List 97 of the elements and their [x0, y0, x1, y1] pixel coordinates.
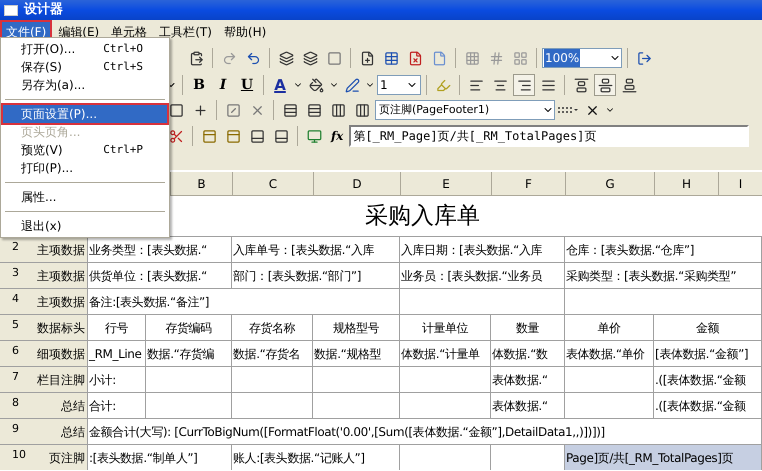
row-number: 7 — [12, 369, 19, 385]
row-header[interactable]: 7 栏目注脚 — [0, 367, 88, 392]
band-combo[interactable]: 页注脚(PageFooter1) — [375, 100, 555, 120]
row-number: 4 — [12, 291, 19, 307]
band-label: 主项数据 — [37, 242, 85, 258]
vertical-align-icon[interactable] — [594, 74, 616, 96]
column-header[interactable]: C — [232, 172, 313, 195]
row-number: 2 — [12, 239, 19, 255]
table-cell[interactable]: 账人:[表头数据.“记账人”] — [232, 445, 400, 470]
table-cell[interactable]: 表体数据.“ — [491, 393, 565, 418]
table-cell[interactable]: 部门：[表头数据.“部门”] — [232, 263, 400, 288]
menu-item[interactable]: 退出(x) — [3, 217, 167, 235]
menu-bar-item[interactable]: 工具栏(T) — [155, 22, 216, 42]
line-width-combo[interactable]: 1 — [377, 75, 421, 95]
zoom-value: 100% — [544, 49, 580, 67]
table-cell[interactable]: .([表体数据.“金额 — [654, 367, 762, 392]
column-header[interactable]: E — [400, 172, 491, 195]
menu-bar-item[interactable]: 帮助(H) — [220, 22, 270, 42]
band-label: 细项数据 — [37, 346, 85, 362]
table-cell[interactable]: 规格型号 — [313, 315, 400, 340]
row-number: 3 — [12, 265, 19, 281]
table-cell[interactable]: 体数据.“计量单 — [400, 341, 491, 366]
menu-item[interactable]: 预览(V) Ctrl+P — [3, 141, 167, 159]
table-cell[interactable]: 业务员：[表头数据.“业务员 — [400, 263, 565, 288]
table-cell[interactable]: 表体数据.“ — [491, 367, 565, 392]
table-cell[interactable]: 存货编码 — [146, 315, 232, 340]
table-cell[interactable]: 入库单号：[表头数据.“入库 — [232, 237, 400, 262]
menu-bar-item[interactable]: 编辑(E) — [54, 22, 104, 42]
menu-item[interactable]: 属性... — [3, 188, 167, 206]
table-cell[interactable]: .([表体数据.“金额 — [654, 393, 762, 418]
row-header[interactable]: 6 细项数据 — [0, 341, 88, 366]
table-cell[interactable]: 合计: — [88, 393, 146, 418]
table-cell[interactable]: 数据.“存货编 — [146, 341, 232, 366]
menu-item[interactable]: 页面设置(P)... — [3, 105, 167, 123]
table-cell[interactable]: 金额 — [654, 315, 762, 340]
row-number: 5 — [12, 317, 19, 333]
band-label: 页注脚 — [49, 450, 85, 466]
table-cell[interactable]: _RM_Line — [88, 341, 146, 366]
table-cell[interactable]: 供货单位：[表头数据.“ — [88, 263, 232, 288]
menu-item[interactable]: 另存为(a)... — [3, 76, 167, 94]
band-value: 页注脚(PageFooter1) — [379, 102, 490, 118]
report-title: 采购入库单 — [364, 202, 481, 231]
align-icon[interactable] — [513, 74, 535, 96]
window-icon — [4, 4, 18, 16]
row-number: 6 — [12, 343, 19, 359]
row-number: 10 — [12, 447, 26, 463]
menu-item[interactable]: 保存(S) Ctrl+S — [3, 58, 167, 76]
table-cell[interactable]: 数量 — [491, 315, 565, 340]
band-label: 栏目注脚 — [37, 372, 85, 388]
row-header[interactable]: 9 总结 — [0, 419, 88, 444]
table-cell[interactable]: 行号 — [88, 315, 146, 340]
table-cell[interactable]: 备注:[表头数据.“备注”] — [88, 289, 400, 314]
table-cell[interactable]: [表体数据.“金额”] — [654, 341, 762, 366]
band-label: 数据标头 — [37, 320, 85, 336]
zoom-combo[interactable]: 100% — [542, 48, 622, 68]
row-number: 8 — [12, 395, 19, 411]
table-cell[interactable]: 存货名称 — [232, 315, 313, 340]
column-header[interactable]: I — [718, 172, 762, 195]
row-header[interactable]: 2 主项数据 — [0, 237, 88, 262]
menu-item[interactable]: 打印(P)... — [3, 159, 167, 177]
formula-field[interactable]: 第[_RM_Page]页/共[_RM_TotalPages]页 — [349, 125, 750, 147]
band-label: 主项数据 — [37, 268, 85, 284]
row-header[interactable]: 4 主项数据 — [0, 289, 88, 314]
table-cell[interactable]: :[表头数据.“制单人”] — [88, 445, 232, 470]
function-label: fx — [329, 128, 344, 145]
column-header[interactable]: F — [491, 172, 565, 195]
table-cell[interactable]: 采购类型：[表头数据.“采购类型” — [565, 263, 762, 288]
row-header[interactable]: 5 数据标头 — [0, 315, 88, 340]
band-label: 主项数据 — [37, 294, 85, 310]
band-label: 总结 — [61, 424, 85, 440]
table-cell[interactable]: 体数据.“数 — [491, 341, 565, 366]
font-color-button[interactable]: A — [269, 74, 291, 96]
table-cell[interactable]: 计量单位 — [400, 315, 491, 340]
line-width-value: 1 — [380, 77, 388, 94]
column-header[interactable]: G — [565, 172, 654, 195]
table-cell[interactable]: 金额合计(大写): [CurrToBigNum([FormatFloat('0.00',[Sum([表体数据.“金额”],DetailData1,,)])])] — [88, 419, 762, 444]
table-cell[interactable]: 入库日期：[表头数据.“入库 — [400, 237, 565, 262]
table-cell[interactable]: 单价 — [565, 315, 654, 340]
table-cell[interactable]: 数据.“规格型 — [313, 341, 400, 366]
bold-button[interactable]: B — [188, 74, 210, 96]
table-cell[interactable]: 数据.“存货名 — [232, 341, 313, 366]
row-header[interactable]: 10 页注脚 — [0, 445, 88, 470]
row-number: 9 — [12, 421, 19, 437]
table-cell[interactable]: Page]页/共[_RM_TotalPages]页 — [565, 445, 762, 470]
row-header[interactable]: 8 总结 — [0, 393, 88, 418]
dotted-line-icon[interactable] — [557, 105, 579, 115]
row-header[interactable]: 3 主项数据 — [0, 263, 88, 288]
column-header[interactable]: D — [313, 172, 400, 195]
window-title: 设计器 — [24, 1, 63, 20]
italic-button[interactable]: I — [212, 74, 234, 96]
menu-item[interactable]: 打开(O)... Ctrl+O — [3, 40, 167, 58]
column-header[interactable]: H — [654, 172, 718, 195]
band-label: 总结 — [61, 398, 85, 414]
underline-button[interactable]: U — [236, 74, 258, 96]
table-cell[interactable]: 表体数据.“单价 — [565, 341, 654, 366]
table-cell[interactable]: 仓库：[表头数据.“仓库”] — [565, 237, 762, 262]
table-cell[interactable]: 小计: — [88, 367, 146, 392]
